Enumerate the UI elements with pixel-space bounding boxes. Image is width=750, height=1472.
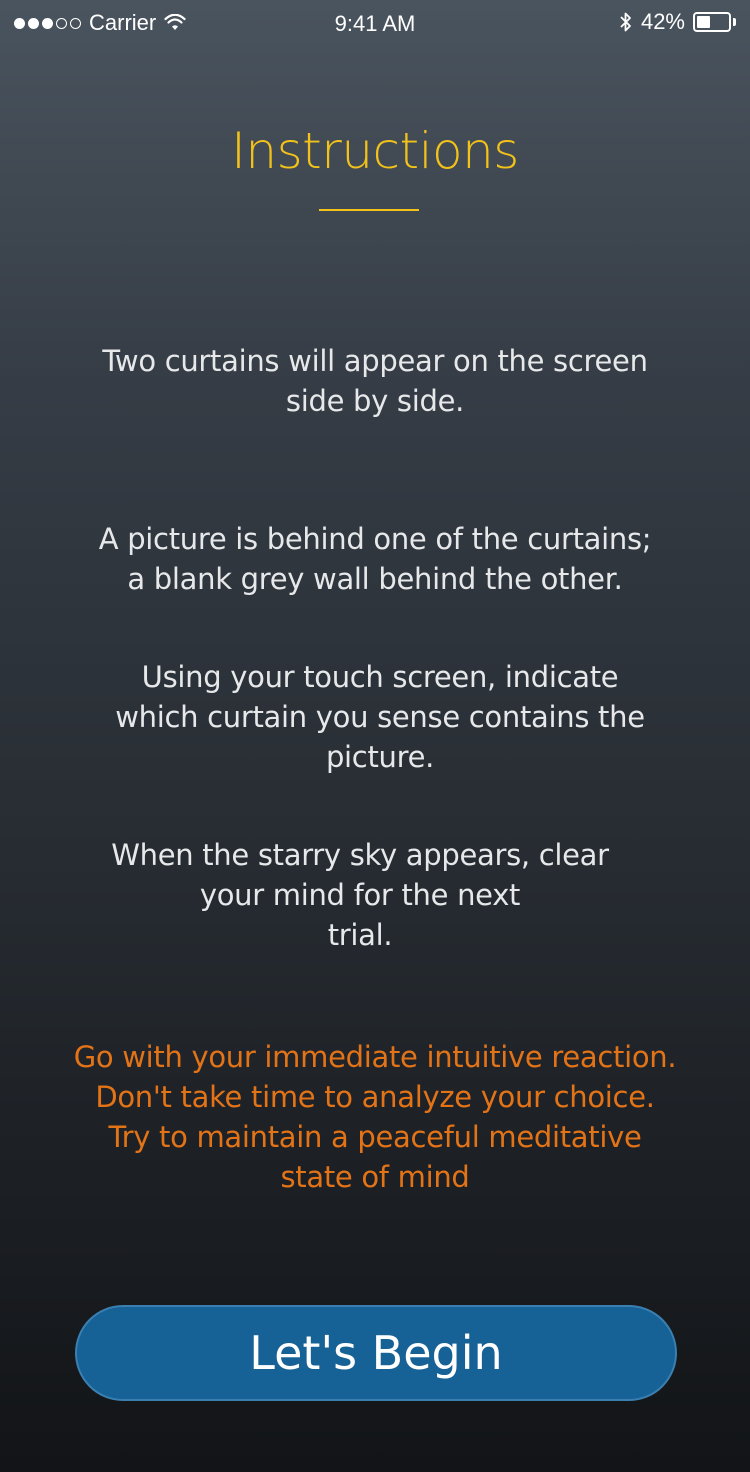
battery-tip (733, 18, 736, 26)
page-title: Instructions (231, 122, 519, 180)
battery-fill (697, 16, 710, 28)
title-underline (319, 209, 419, 211)
lets-begin-button[interactable]: Let's Begin (75, 1305, 677, 1401)
instruction-paragraph-3: Using your touch screen, indicate which … (115, 660, 645, 774)
instruction-paragraph-4: When the starry sky appears, clear your … (111, 838, 609, 952)
status-right: 42% (619, 9, 736, 35)
bluetooth-icon (620, 12, 631, 32)
battery-icon (693, 12, 731, 32)
status-bar: Carrier 9:41 AM 42% (0, 0, 750, 48)
instruction-paragraph-1: Two curtains will appear on the screen s… (102, 344, 648, 418)
advice-text: Go with your immediate intuitive reactio… (73, 1040, 677, 1194)
instruction-paragraph-2: A picture is behind one of the curtains;… (98, 522, 652, 596)
battery-percent: 42% (640, 9, 685, 34)
lets-begin-label: Let's Begin (249, 1326, 503, 1380)
